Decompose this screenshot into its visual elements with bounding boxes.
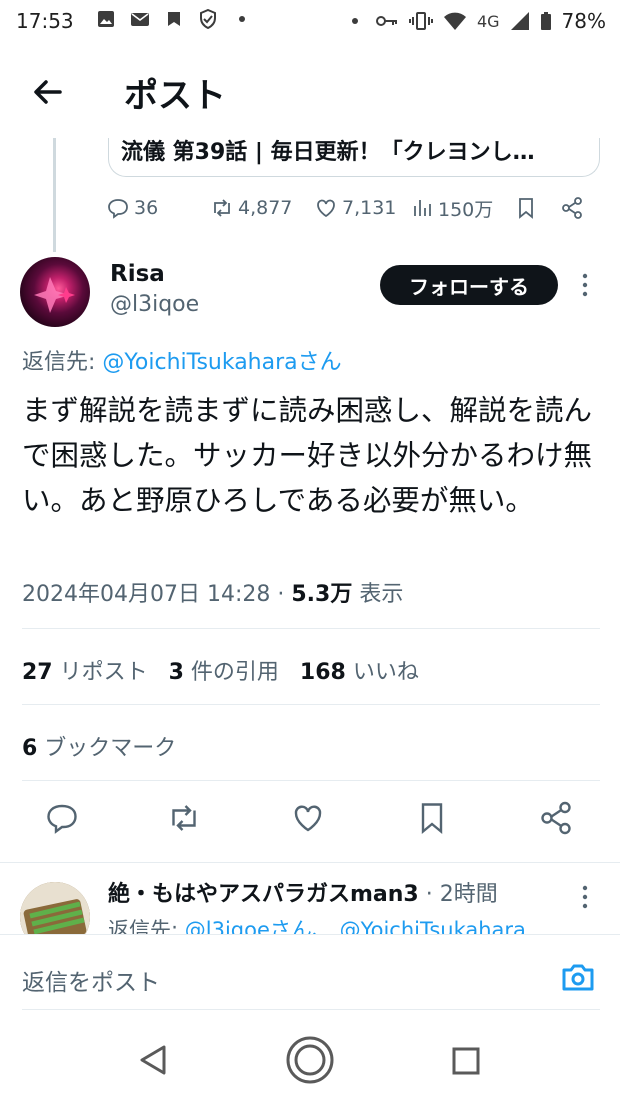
previous-tweet-actions: 36 4,877 7,131 150万 (106, 194, 596, 222)
likes-stat[interactable]: 168 いいね (300, 660, 419, 685)
post-date[interactable]: 2024年04月07日 14:28 · (22, 582, 291, 607)
divider (22, 628, 600, 629)
author-name[interactable]: Risa (110, 261, 165, 287)
like-button[interactable] (290, 800, 330, 840)
app-header: ポスト (0, 44, 620, 138)
follow-button[interactable]: フォローする (380, 265, 558, 305)
prev-share-button[interactable] (560, 196, 584, 220)
share-button[interactable] (538, 800, 578, 840)
bookmark-icon (421, 803, 443, 835)
reposts-stat[interactable]: 27 リポスト (22, 660, 148, 685)
status-notification-icons (96, 9, 252, 29)
gallery-icon (98, 11, 114, 27)
mail-icon (131, 13, 149, 26)
system-nav-bar (0, 1016, 620, 1102)
vibrate-icon (408, 12, 433, 30)
signal-icon (510, 12, 529, 30)
status-bar: 17:53 4G 78% (0, 0, 620, 44)
prev-bookmark-button[interactable] (514, 196, 560, 220)
prev-like-button[interactable]: 7,131 (314, 196, 410, 220)
repost-icon (172, 805, 196, 831)
nav-home-icon[interactable] (284, 1034, 336, 1086)
bookmark-button[interactable] (414, 800, 454, 840)
nav-recents-icon[interactable] (452, 1047, 480, 1075)
dot-icon (351, 18, 358, 24)
reply-button[interactable] (44, 800, 84, 840)
camera-icon[interactable] (560, 959, 596, 995)
more-options-icon[interactable] (578, 272, 592, 298)
battery-level: 78% (561, 9, 606, 33)
repost-button[interactable] (166, 800, 206, 840)
more-options-icon[interactable] (578, 884, 592, 910)
prev-repost-button[interactable]: 4,877 (210, 196, 314, 220)
reply-composer[interactable]: 返信をポスト (0, 934, 620, 1017)
prev-views-button[interactable]: 150万 (410, 195, 514, 222)
avatar-image (34, 277, 75, 313)
reply-time: · 2時間 (418, 882, 498, 907)
key-icon (375, 16, 397, 26)
battery-icon (540, 12, 551, 30)
divider (22, 704, 600, 705)
dot-icon (239, 16, 245, 22)
page-title: ポスト (124, 76, 226, 116)
network-type: 4G (476, 11, 500, 31)
author-handle[interactable]: @l3iqoe (110, 292, 199, 317)
prev-reply-button[interactable]: 36 (106, 196, 210, 220)
thread-line (53, 138, 56, 252)
shield-check-icon (200, 9, 216, 29)
reply-author[interactable]: 絶・もはやアスパラガスman3 · 2時間 (108, 876, 498, 908)
divider (0, 862, 620, 863)
reply-icon (108, 199, 128, 219)
reply-to: 返信先: @YoichiTsukaharaさん (22, 350, 342, 375)
reply-icon (47, 804, 77, 834)
heart-icon (317, 199, 335, 218)
bookmark-icon (519, 198, 533, 219)
bookmarks-stat[interactable]: 6 ブックマーク (22, 730, 176, 762)
post-text: まず解説を読まずに読み困惑し、解説を読んで困惑した。サッカー好き以外分かるわけ無… (22, 394, 593, 517)
wifi-icon (443, 12, 466, 30)
engagement-stats: 27 リポスト 3 件の引用 168 いいね (22, 654, 419, 686)
views-icon (414, 200, 431, 216)
arrow-left-icon[interactable] (28, 72, 68, 112)
share-icon (541, 801, 571, 835)
reply-input[interactable]: 返信をポスト (22, 963, 160, 997)
status-time: 17:53 (16, 9, 74, 33)
status-system-icons: 4G 78% (345, 9, 606, 33)
divider (22, 780, 600, 781)
quotes-stat[interactable]: 3 件の引用 (169, 660, 279, 685)
view-count: 5.3万 (291, 582, 353, 607)
post-meta: 2024年04月07日 14:28 · 5.3万 表示 (22, 582, 404, 607)
post-actions (0, 800, 620, 846)
share-icon (562, 197, 582, 219)
reply-to-link[interactable]: @YoichiTsukaharaさん (102, 350, 341, 375)
repost-icon (214, 199, 230, 217)
avatar[interactable] (20, 257, 90, 327)
app-icon (168, 12, 180, 26)
nav-back-icon[interactable] (138, 1044, 168, 1076)
heart-icon (294, 805, 322, 832)
quoted-text: 流儀 第39話 | 毎日更新！「クレヨンし… (121, 140, 535, 165)
